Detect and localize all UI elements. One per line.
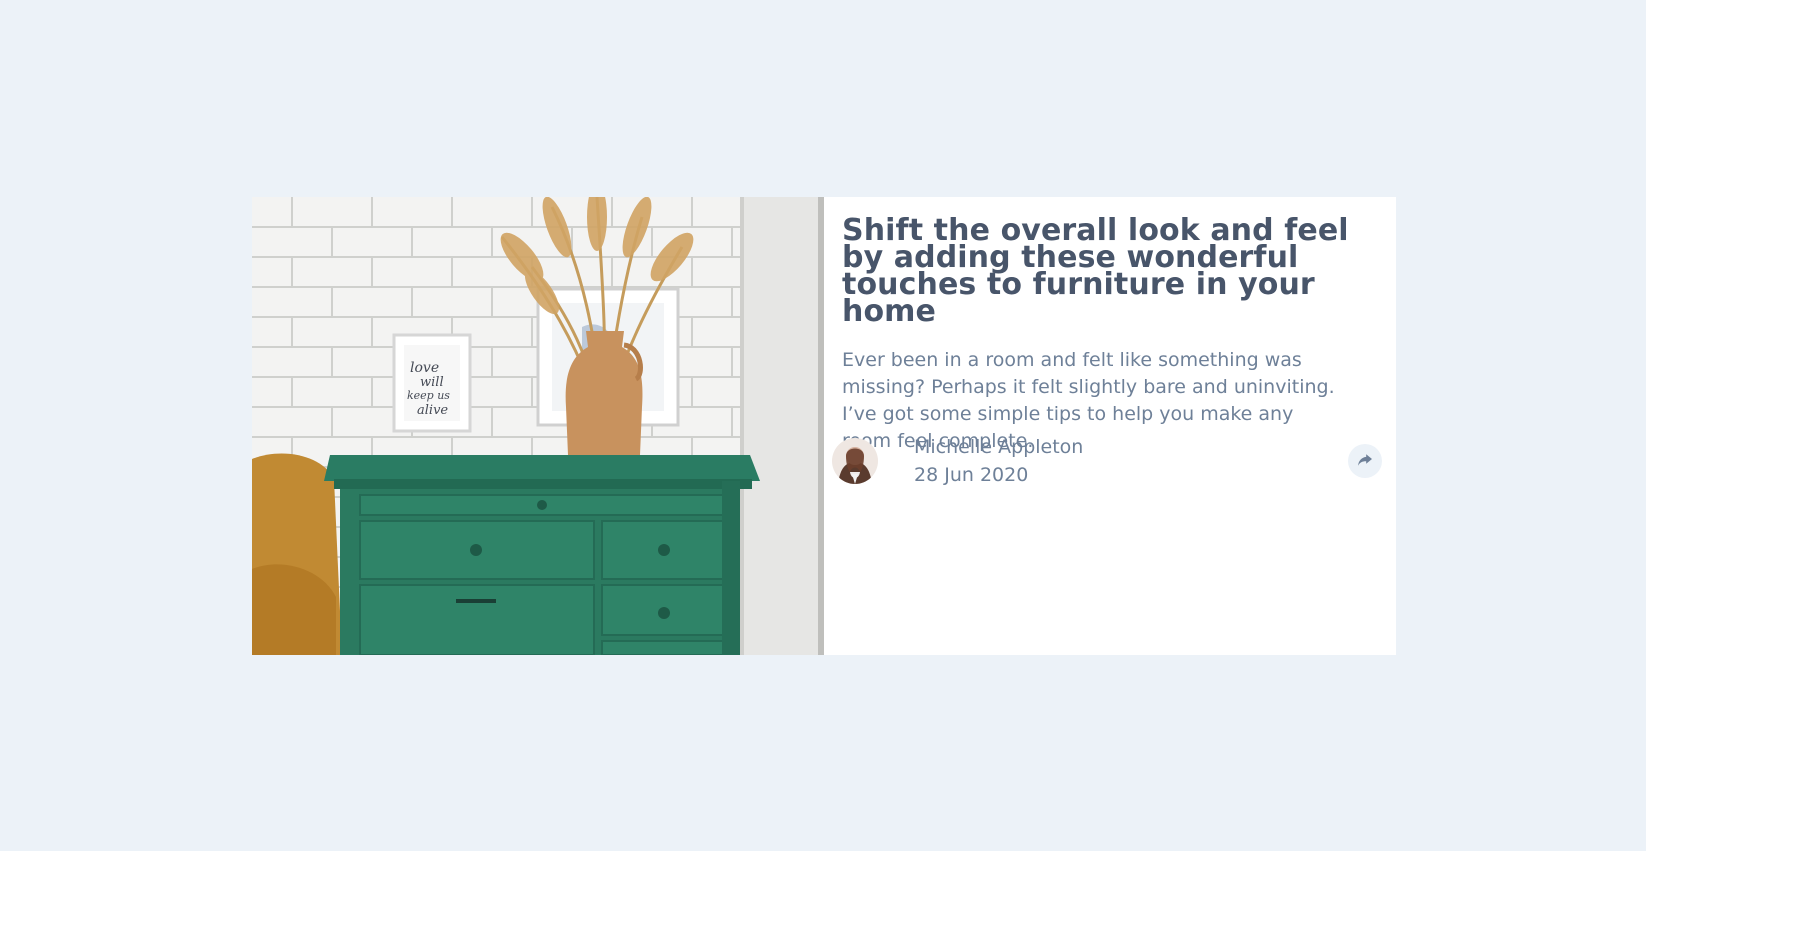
svg-text:love: love [410, 360, 439, 376]
article-title[interactable]: Shift the overall look and feel by addin… [842, 216, 1382, 327]
author-name: Michelle Appleton [914, 436, 1084, 458]
article-image: love will keep us alive [252, 197, 824, 655]
article-content: Shift the overall look and feel by addin… [824, 197, 1396, 655]
share-icon [1357, 452, 1373, 471]
article-preview-card: love will keep us alive Shift the overal… [252, 197, 1396, 655]
post-date: 28 Jun 2020 [914, 464, 1029, 486]
author-row: Michelle Appleton 28 Jun 2020 [832, 435, 1382, 487]
drawers-photo: love will keep us alive [252, 197, 824, 655]
author-avatar-image [832, 438, 878, 484]
author-meta: Michelle Appleton 28 Jun 2020 [914, 434, 1083, 488]
share-button[interactable] [1348, 444, 1382, 478]
author-avatar [832, 438, 878, 484]
svg-text:keep us: keep us [407, 389, 450, 402]
svg-text:will: will [420, 375, 444, 390]
svg-text:alive: alive [417, 403, 448, 418]
